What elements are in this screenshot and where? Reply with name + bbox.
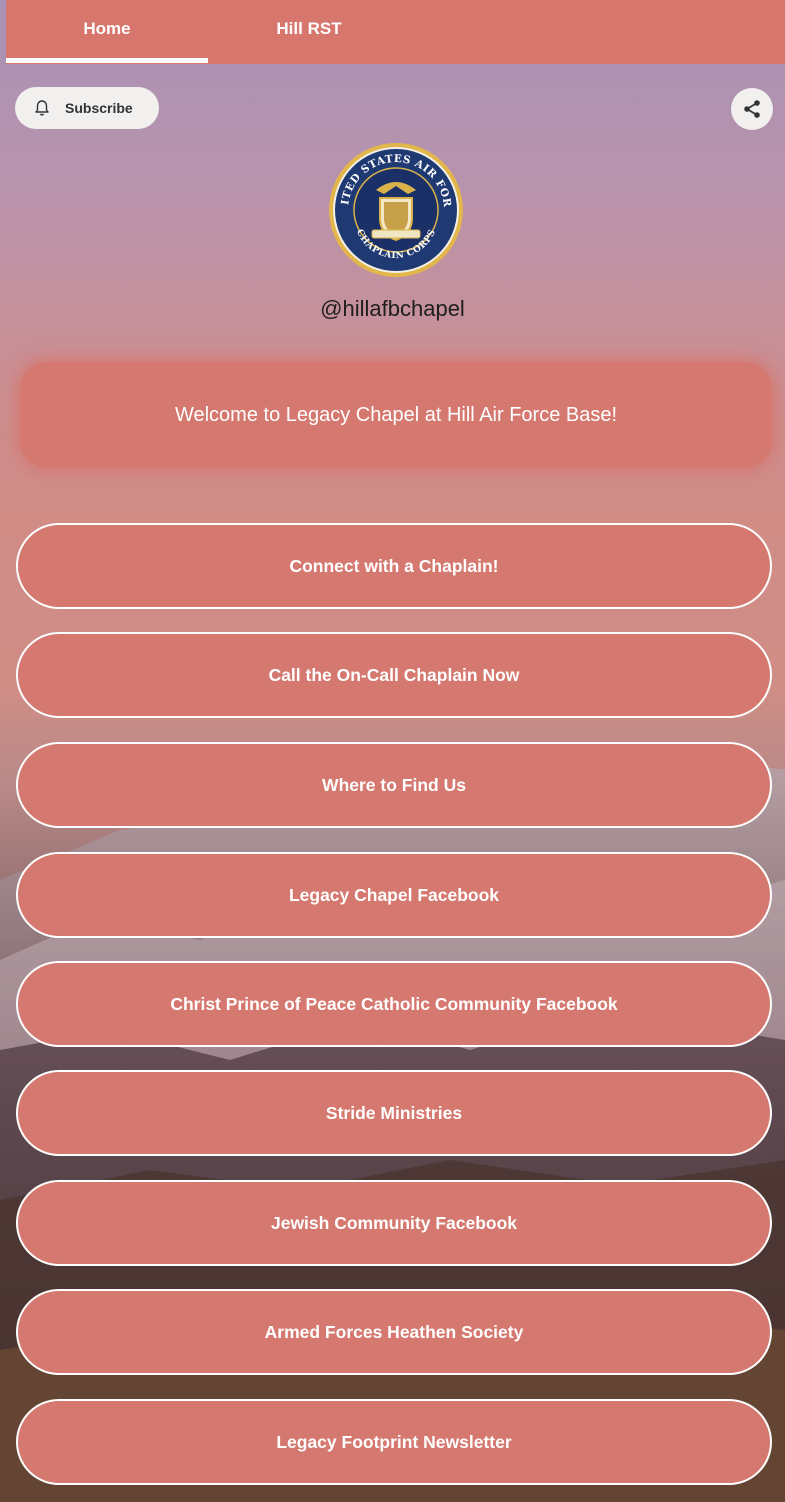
active-tab-indicator <box>6 58 208 63</box>
subscribe-button[interactable]: Subscribe <box>15 87 159 129</box>
welcome-banner: Welcome to Legacy Chapel at Hill Air For… <box>20 362 772 468</box>
share-button[interactable] <box>731 88 773 130</box>
link-catholic-community-facebook[interactable]: Christ Prince of Peace Catholic Communit… <box>16 961 772 1047</box>
link-stride-ministries[interactable]: Stride Ministries <box>16 1070 772 1156</box>
link-call-on-call-chaplain[interactable]: Call the On-Call Chaplain Now <box>16 632 772 718</box>
subscribe-label: Subscribe <box>65 100 133 116</box>
tab-home[interactable]: Home <box>6 0 208 64</box>
tab-bar: Home Hill RST <box>6 0 785 64</box>
share-icon <box>744 100 760 118</box>
link-connect-chaplain[interactable]: Connect with a Chaplain! <box>16 523 772 609</box>
link-where-to-find-us[interactable]: Where to Find Us <box>16 742 772 828</box>
link-legacy-footprint-newsletter[interactable]: Legacy Footprint Newsletter <box>16 1399 772 1485</box>
tab-hill-rst[interactable]: Hill RST <box>208 0 410 64</box>
link-jewish-community-facebook[interactable]: Jewish Community Facebook <box>16 1180 772 1266</box>
link-armed-forces-heathen-society[interactable]: Armed Forces Heathen Society <box>16 1289 772 1375</box>
profile-handle: @hillafbchapel <box>320 296 465 321</box>
bell-icon <box>35 100 49 116</box>
link-legacy-chapel-facebook[interactable]: Legacy Chapel Facebook <box>16 852 772 938</box>
chaplain-corps-logo: UNITED STATES AIR FORCE CHAPLAIN CORPS <box>328 142 463 277</box>
